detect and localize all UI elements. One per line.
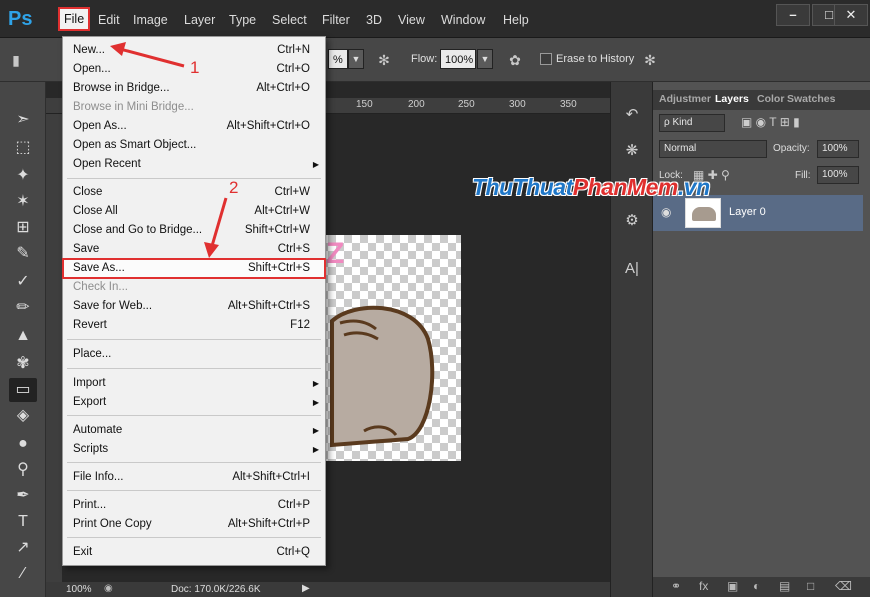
annotation-arrow-2	[210, 197, 228, 247]
annotation-arrow-1	[119, 47, 185, 68]
annotation-arrowhead-2	[204, 242, 219, 258]
annotation-step-2: 2	[229, 178, 239, 197]
annotation-overlay	[110, 42, 228, 258]
annotation-step-1: 1	[190, 58, 200, 77]
annotation-arrowhead-1	[110, 42, 126, 56]
